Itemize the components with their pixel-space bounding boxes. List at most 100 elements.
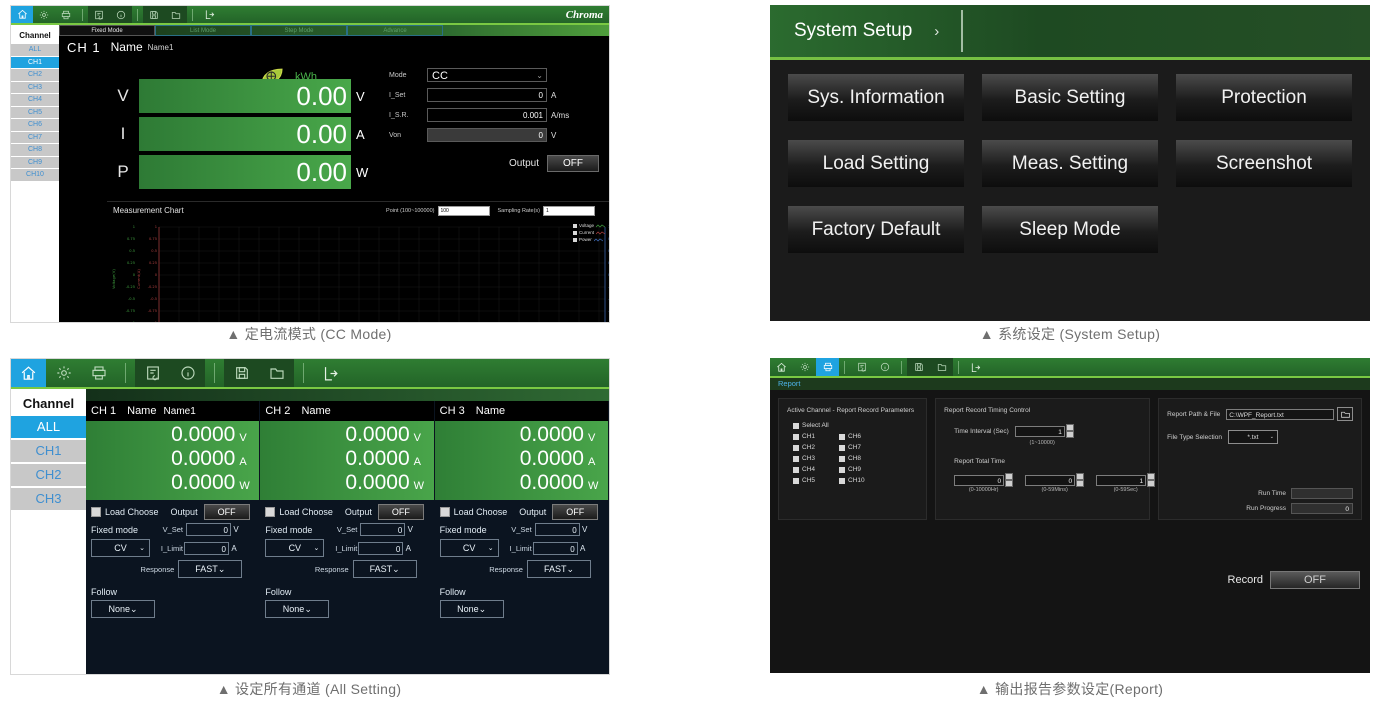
checkbox-ch10[interactable]: CH10 — [839, 477, 865, 484]
total-sec-spinner[interactable] — [1147, 473, 1156, 487]
select-all-checkbox[interactable]: Select All — [787, 422, 918, 429]
checkbox-ch8[interactable]: CH8 — [839, 455, 865, 462]
sidebar-item-ch10[interactable]: CH10 — [11, 169, 59, 181]
tab-list-mode[interactable]: List Mode — [155, 25, 251, 36]
info-icon[interactable] — [170, 359, 205, 387]
isr-input[interactable]: 0.001 — [427, 108, 547, 122]
home-icon[interactable] — [11, 6, 33, 23]
iset-input[interactable]: 0 — [427, 88, 547, 102]
total-hr-input[interactable]: 0 — [954, 474, 1005, 486]
checkbox-ch5[interactable]: CH5 — [793, 477, 815, 484]
sidebar-item-all[interactable]: ALL — [11, 44, 59, 56]
exit-icon[interactable] — [964, 358, 987, 376]
response-select-1[interactable]: FAST ⌄ — [178, 560, 243, 578]
save-icon[interactable] — [224, 359, 259, 387]
sleep-mode-button[interactable]: Sleep Mode — [982, 206, 1158, 253]
checkbox-ch6[interactable]: CH6 — [839, 433, 865, 440]
report-path-input[interactable]: C:\WPF_Report.txt — [1226, 408, 1334, 420]
protection-button[interactable]: Protection — [1176, 74, 1352, 121]
load-choose-checkbox-1[interactable] — [91, 507, 101, 517]
record-toggle[interactable]: OFF — [1270, 571, 1360, 589]
ilimit-input-1[interactable]: 0 — [184, 541, 229, 555]
tab-fixed-mode[interactable]: Fixed Mode — [59, 25, 155, 36]
spinner-down[interactable] — [1065, 431, 1074, 438]
folder-icon[interactable] — [165, 6, 187, 23]
follow-select-1[interactable]: None ⌄ — [91, 600, 155, 618]
sidebar-item-ch6[interactable]: CH6 — [11, 119, 59, 131]
legend-item-power[interactable]: Power — [572, 237, 605, 242]
spinner-down[interactable] — [1076, 480, 1085, 487]
spinner-down[interactable] — [1005, 480, 1014, 487]
info-icon[interactable] — [110, 6, 132, 23]
von-input[interactable]: 0 — [427, 128, 547, 142]
save-icon[interactable] — [907, 358, 930, 376]
chevron-right-icon[interactable]: › — [934, 23, 939, 40]
mode-select-2[interactable]: CV ⌄ — [265, 539, 325, 557]
checkbox-ch4[interactable]: CH4 — [793, 466, 815, 473]
info-icon[interactable] — [873, 358, 896, 376]
gear-icon[interactable] — [793, 358, 816, 376]
total-min-spinner[interactable] — [1076, 473, 1085, 487]
ilimit-input-3[interactable]: 0 — [532, 541, 578, 555]
checkbox-ch9[interactable]: CH9 — [839, 466, 865, 473]
sidebar-item-ch2[interactable]: CH2 — [11, 464, 86, 486]
sys-information-button[interactable]: Sys. Information — [788, 74, 964, 121]
vset-input-2[interactable]: 0 — [360, 523, 406, 536]
output-toggle-2[interactable]: OFF — [377, 504, 424, 520]
follow-select-2[interactable]: None ⌄ — [265, 600, 330, 618]
time-interval-spinner[interactable] — [1065, 424, 1074, 438]
report-icon[interactable] — [135, 359, 170, 387]
save-icon[interactable] — [143, 6, 165, 23]
printer-icon[interactable] — [81, 359, 116, 387]
response-select-3[interactable]: FAST ⌄ — [526, 560, 591, 578]
sidebar-item-all[interactable]: ALL — [11, 416, 86, 438]
sidebar-item-ch2[interactable]: CH2 — [11, 69, 59, 81]
spinner-up[interactable] — [1065, 424, 1074, 431]
mode-select[interactable]: CC ⌄ — [427, 68, 547, 82]
legend-checkbox-power[interactable] — [572, 237, 577, 242]
output-toggle[interactable]: OFF — [547, 155, 599, 172]
mode-select-3[interactable]: CV ⌄ — [439, 539, 499, 557]
sidebar-item-ch3[interactable]: CH3 — [11, 488, 86, 510]
tab-step-mode[interactable]: Step Mode — [251, 25, 347, 36]
printer-icon[interactable] — [816, 358, 839, 376]
total-sec-input[interactable]: 1 — [1096, 474, 1147, 486]
sampling-input[interactable] — [543, 205, 595, 216]
point-input[interactable] — [437, 205, 490, 216]
gear-icon[interactable] — [46, 359, 81, 387]
folder-icon[interactable] — [930, 358, 953, 376]
checkbox-ch1[interactable]: CH1 — [793, 433, 815, 440]
total-min-input[interactable]: 0 — [1025, 474, 1076, 486]
sidebar-item-ch7[interactable]: CH7 — [11, 131, 59, 143]
gear-icon[interactable] — [33, 6, 55, 23]
sidebar-item-ch1[interactable]: CH1 — [11, 56, 59, 68]
browse-folder-icon[interactable] — [1337, 407, 1353, 421]
legend-item-voltage[interactable]: Voltage — [572, 223, 605, 228]
sidebar-item-ch3[interactable]: CH3 — [11, 81, 59, 93]
sidebar-item-ch5[interactable]: CH5 — [11, 106, 59, 118]
output-toggle-3[interactable]: OFF — [552, 504, 599, 520]
checkbox-ch2[interactable]: CH2 — [793, 444, 815, 451]
load-choose-checkbox-3[interactable] — [439, 507, 450, 517]
tab-advance[interactable]: Advance — [347, 25, 443, 36]
load-setting-button[interactable]: Load Setting — [788, 140, 964, 187]
sidebar-item-ch1[interactable]: CH1 — [11, 440, 86, 462]
spinner-down[interactable] — [1147, 480, 1156, 487]
spinner-up[interactable] — [1076, 473, 1085, 480]
vset-input-3[interactable]: 0 — [534, 523, 580, 536]
report-tab[interactable]: Report — [770, 378, 1370, 390]
vset-input-1[interactable]: 0 — [186, 523, 231, 536]
sidebar-item-ch4[interactable]: CH4 — [11, 94, 59, 106]
follow-select-3[interactable]: None ⌄ — [439, 600, 504, 618]
report-icon[interactable] — [850, 358, 873, 376]
sidebar-item-ch8[interactable]: CH8 — [11, 144, 59, 156]
response-select-2[interactable]: FAST ⌄ — [352, 560, 417, 578]
output-toggle-1[interactable]: OFF — [203, 504, 250, 520]
total-hr-spinner[interactable] — [1005, 473, 1014, 487]
exit-icon[interactable] — [198, 6, 220, 23]
legend-checkbox-voltage[interactable] — [572, 223, 577, 228]
checkbox-ch7[interactable]: CH7 — [839, 444, 865, 451]
home-icon[interactable] — [770, 358, 793, 376]
exit-icon[interactable] — [313, 359, 348, 387]
report-icon[interactable] — [88, 6, 110, 23]
